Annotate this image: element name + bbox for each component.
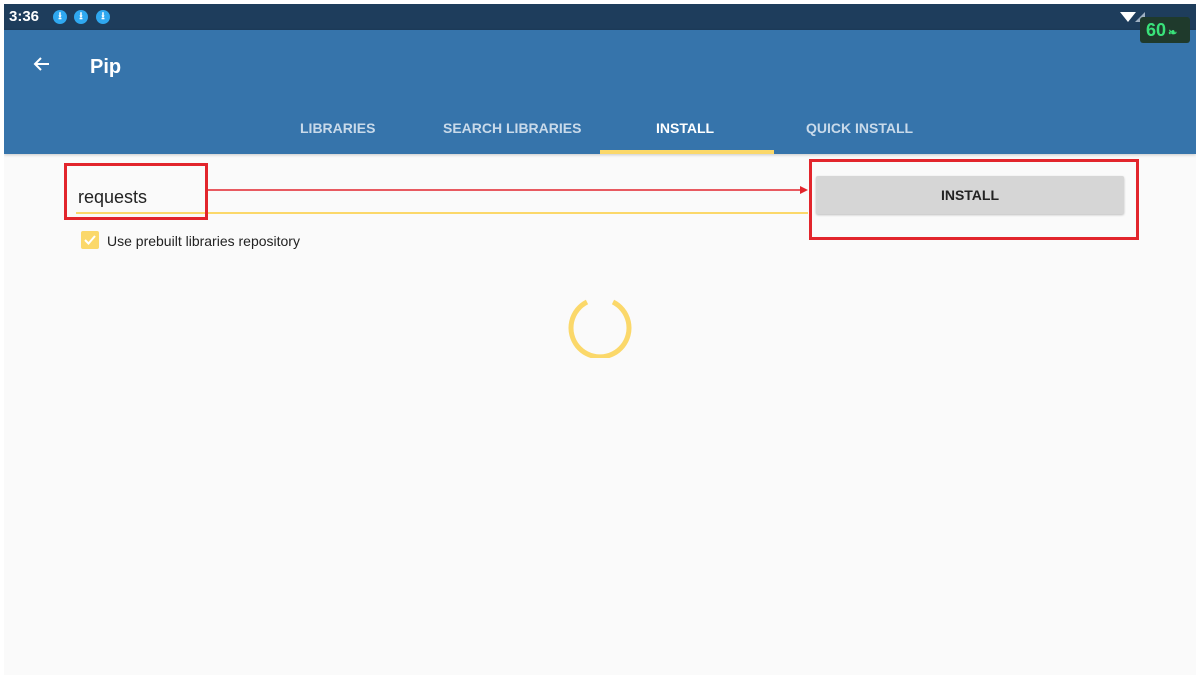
check-icon	[84, 235, 96, 245]
app-title: Pip	[90, 56, 122, 78]
app-bar: Pip LIBRARIES SEARCH LIBRARIES INSTALL Q…	[4, 30, 1196, 154]
back-arrow-icon[interactable]	[32, 54, 52, 74]
wifi-icon	[1120, 12, 1136, 22]
fps-counter: 60 ❧	[1140, 17, 1190, 43]
status-time: 3:36	[9, 8, 40, 25]
package-name-input[interactable]	[76, 182, 808, 214]
install-button[interactable]: INSTALL	[816, 176, 1124, 214]
download-icon: ⭳	[74, 10, 88, 24]
leaf-icon: ❧	[1168, 27, 1178, 39]
loading-spinner-icon	[568, 299, 632, 358]
tab-libraries[interactable]: LIBRARIES	[300, 120, 375, 136]
download-icon: ⭳	[96, 10, 110, 24]
status-bar: 3:36 ⭳ ⭳ ⭳	[4, 4, 1196, 30]
tab-search-libraries[interactable]: SEARCH LIBRARIES	[443, 120, 581, 136]
app-screen: 3:36 ⭳ ⭳ ⭳ 60 ❧ Pip LIBRARIES SEARCH LIBR…	[4, 4, 1196, 675]
tab-quick-install[interactable]: QUICK INSTALL	[806, 120, 913, 136]
download-icon: ⭳	[53, 10, 67, 24]
prebuilt-checkbox-label: Use prebuilt libraries repository	[107, 233, 300, 249]
fps-value: 60	[1146, 20, 1167, 40]
tab-install[interactable]: INSTALL	[656, 120, 714, 136]
prebuilt-checkbox[interactable]	[81, 231, 99, 249]
install-panel: INSTALL Use prebuilt libraries repositor…	[4, 154, 1196, 675]
